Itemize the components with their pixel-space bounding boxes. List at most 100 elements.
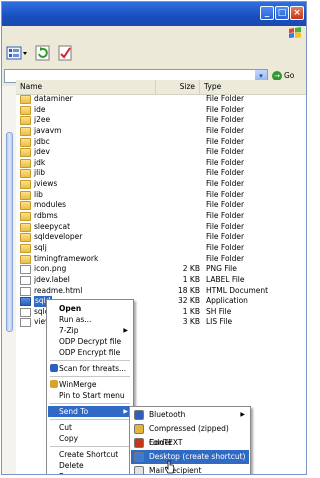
file-row[interactable]: folder-icontimingframework File Folder [16,254,306,265]
file-type: HTML Document [206,285,269,295]
mail-icon [134,466,144,474]
menu-separator [50,419,130,420]
file-type: File Folder [206,232,245,242]
file-type: LIS File [206,317,233,327]
file-row[interactable]: folder-iconjavavm File Folder [16,126,306,137]
file-row[interactable]: folder-iconsqldeveloper File Folder [16,232,306,243]
zip-folder-icon [134,424,144,434]
file-name: jviews [34,179,58,189]
file-row[interactable]: folder-iconjviews File Folder [16,179,306,190]
file-type: File Folder [206,94,245,103]
left-scrollbar[interactable] [6,132,13,332]
properties-icon [58,45,72,61]
file-type: File Folder [206,157,245,167]
context-menu-label: Create Shortcut [59,450,119,459]
folder-icon: folder-icon [20,95,31,104]
file-name: jdbc [34,136,50,146]
file-name: ide [34,104,46,114]
file-size: 3 KB [182,317,200,327]
context-menu-item[interactable]: 7-Zip ▶ [48,325,132,336]
file-name: rdbms [34,211,58,221]
send-to-item[interactable]: Bluetooth ▶ [131,408,249,422]
properties-button[interactable] [56,44,74,62]
file-row[interactable]: folder-iconsqlj File Folder [16,243,306,254]
column-header-name[interactable]: Name [16,80,156,94]
file-name: readme.html [34,285,83,295]
file-row[interactable]: folder-icondataminer File Folder [16,94,306,105]
file-type: File Folder [206,253,245,263]
context-menu-item[interactable]: Scan for threats... [48,363,132,374]
file-row[interactable]: folder-iconj2ee File Folder [16,115,306,126]
refresh-icon [35,45,50,61]
file-row[interactable]: folder-iconide File Folder [16,105,306,116]
file-name: timingframework [34,253,99,263]
context-menu-item[interactable]: Delete [48,460,132,471]
send-to-label: ConTEXT [149,438,183,447]
minimize-button[interactable]: _ [260,6,274,20]
refresh-button[interactable] [34,44,52,62]
context-menu-item[interactable]: Copy [48,433,132,444]
file-name: jlib [34,168,46,178]
views-button[interactable] [6,44,27,62]
file-row[interactable]: folder-iconmodules File Folder [16,200,306,211]
file-row[interactable]: folder-iconjdk File Folder [16,158,306,169]
context-menu-label: Rename [59,472,90,474]
column-header-size[interactable]: Size [156,80,200,94]
title-bar[interactable]: _ □ × [2,2,306,26]
context-menu-item[interactable]: WinMerge [48,379,132,390]
file-row[interactable]: folder-iconsleepycat File Folder [16,222,306,233]
file-row[interactable]: html-file-iconreadme.html 18 KB HTML Docum… [16,286,306,297]
send-to-item[interactable]: ConTEXT [131,436,249,450]
file-row[interactable]: file-iconjdev.label 1 KB LABEL File [16,275,306,286]
send-to-item[interactable]: Mail Recipient [131,464,249,475]
file-row[interactable]: folder-iconjlib File Folder [16,168,306,179]
folder-icon: folder-icon [20,243,31,253]
context-menu-item[interactable]: Run as... [48,314,132,325]
file-type: File Folder [206,211,245,221]
send-to-item[interactable]: Desktop (create shortcut) [131,450,249,464]
file-row[interactable]: folder-iconrdbms File Folder [16,211,306,222]
context-menu-item[interactable]: Pin to Start menu [48,390,132,401]
file-name: sqlj [34,242,47,252]
context-menu-item[interactable]: Rename [48,471,132,474]
folder-icon: folder-icon [20,116,31,126]
file-size: 32 KB [178,296,200,306]
file-icon: file-icon [20,318,31,328]
send-to-label: Desktop (create shortcut) [149,452,246,461]
file-icon: file-icon [20,275,31,285]
chevron-down-icon: ▾ [259,72,263,80]
context-menu-item[interactable]: Open [48,303,132,314]
file-type: SH File [206,306,232,316]
menu-separator [50,376,130,377]
folder-icon: folder-icon [20,126,31,136]
application-icon: application-icon [20,297,31,307]
file-type: File Folder [206,189,245,199]
send-to-item[interactable]: Compressed (zipped) Folder [131,422,249,447]
send-to-label: Mail Recipient [149,466,202,475]
context-menu-item[interactable]: Send To ▶ [48,406,132,417]
left-pane-edge [2,86,16,474]
maximize-button[interactable]: □ [275,6,289,20]
context-menu-item[interactable]: Create Shortcut [48,449,132,460]
context-menu-label: Run as... [59,315,92,324]
file-row[interactable]: folder-iconjdev File Folder [16,147,306,158]
column-header-type[interactable]: Type [200,80,306,94]
close-button[interactable]: × [290,6,304,20]
folder-icon: folder-icon [20,158,31,168]
file-type: File Folder [206,125,245,135]
context-menu-item[interactable]: ODP Decrypt file [48,336,132,347]
file-name: lib [34,189,43,199]
file-name: jdev.label [34,274,70,284]
context-menu-item[interactable]: ODP Encrypt file [48,347,132,358]
context-menu-label: Send To [59,407,89,416]
file-name: icon.png [34,264,67,274]
file-type: File Folder [206,179,245,189]
shield-icon [50,364,58,372]
file-row[interactable]: folder-iconjdbc File Folder [16,137,306,148]
context-editor-icon [134,438,144,448]
file-icon: file-icon [20,307,31,317]
context-menu-item[interactable]: Cut [48,422,132,433]
file-row[interactable]: image-file-iconicon.png 2 KB PNG File [16,264,306,275]
file-row[interactable]: folder-iconlib File Folder [16,190,306,201]
winmerge-icon [50,380,58,388]
